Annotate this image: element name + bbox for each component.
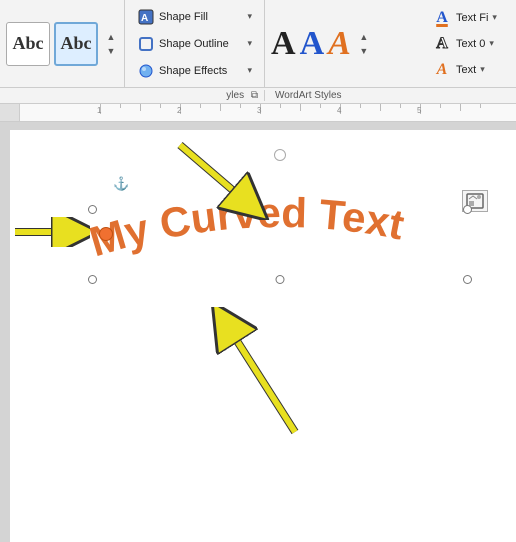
ruler: // Will be generated by JS below 12345 [0,104,516,122]
arrow-up-diagonal [205,307,325,442]
text-effects-icon: A [432,61,452,79]
wordart-letters-group: A A A ▲ ▼ [271,4,415,83]
handle-top-right[interactable] [463,205,472,214]
shape-fill-label: Shape Fill [159,11,243,23]
shape-styles-group: Abc Abc ▲ ▼ [0,0,125,87]
wordart-letter-blue[interactable]: A [300,27,325,61]
shape-style-button-1[interactable]: Abc [6,22,50,66]
text-outline-row[interactable]: A Text 0 ▾ [429,32,508,56]
handle-top-left[interactable] [88,205,97,214]
text-effects-arrow: ▾ [480,64,485,75]
style-btn-label-1: Abc [13,33,44,54]
text-outline-icon: A [432,35,452,53]
text-fill-label: Text Fi [456,12,488,24]
shape-fill-arrow: ▾ [247,11,252,22]
text-fill-arrow: ▾ [492,12,497,23]
shape-fill-icon: A [137,8,155,26]
handle-bottom-right[interactable] [463,275,472,284]
text-effects-row[interactable]: A Text ▾ [429,58,508,82]
svg-text:A: A [141,13,148,24]
shape-effects-label: Shape Effects [159,65,243,77]
wordart-letter-shadow[interactable]: A [328,27,351,61]
shape-outline-row[interactable]: Shape Outline ▾ [133,31,256,56]
wordart-dropdown-up[interactable]: ▲ [357,30,371,44]
canvas-area: ⚓ My Curved Text [0,122,516,542]
wordart-letter-plain[interactable]: A [271,27,296,61]
arrow-down-diagonal [170,140,280,225]
shape-effects-arrow: ▾ [247,65,252,76]
text-fill-icon: A [432,9,452,27]
text-outline-arrow: ▾ [489,38,494,49]
expand-icon[interactable]: ⧉ [251,90,258,101]
wordart-styles-section: A A A ▲ ▼ [265,0,421,87]
text-outline-label: Text 0 [456,38,485,50]
right-section-text: WordArt Styles [275,90,342,101]
text-fill-row[interactable]: A Text Fi ▾ [429,6,508,30]
shape-outline-label: Shape Outline [159,38,243,50]
shape-fill-row[interactable]: A Shape Fill ▾ [133,4,256,29]
section-label-right: WordArt Styles [265,90,342,101]
arrow-right [10,217,90,252]
shape-outline-arrow: ▾ [247,38,252,49]
shape-outline-icon [137,35,155,53]
style-dropdown-arrows[interactable]: ▲ ▼ [104,30,118,58]
orange-handle[interactable] [99,227,113,241]
shape-effects-icon [137,62,155,80]
text-options-group: A Text Fi ▾ A Text 0 ▾ A Text ▾ [421,0,516,87]
text-effects-label: Text [456,64,476,76]
style-btn-label-2: Abc [61,33,92,54]
section-label-left: yles ⧉ [0,90,265,101]
shape-effects-row[interactable]: Shape Effects ▾ [133,58,256,83]
section-labels-bar: yles ⧉ WordArt Styles [0,88,516,104]
shape-options-group: A Shape Fill ▾ Shape Outline ▾ Shape [125,0,265,87]
wordart-dropdown-down[interactable]: ▼ [357,44,371,58]
curved-text-container: My Curved Text [85,177,475,292]
left-section-text: yles [226,90,244,101]
shape-style-button-2[interactable]: Abc [54,22,98,66]
dropdown-down-arrow[interactable]: ▼ [104,44,118,58]
dropdown-up-arrow[interactable]: ▲ [104,30,118,44]
handle-bottom-left[interactable] [88,275,97,284]
handle-bottom-center[interactable] [276,275,285,284]
ribbon: Abc Abc ▲ ▼ A Shape Fill ▾ [0,0,516,88]
